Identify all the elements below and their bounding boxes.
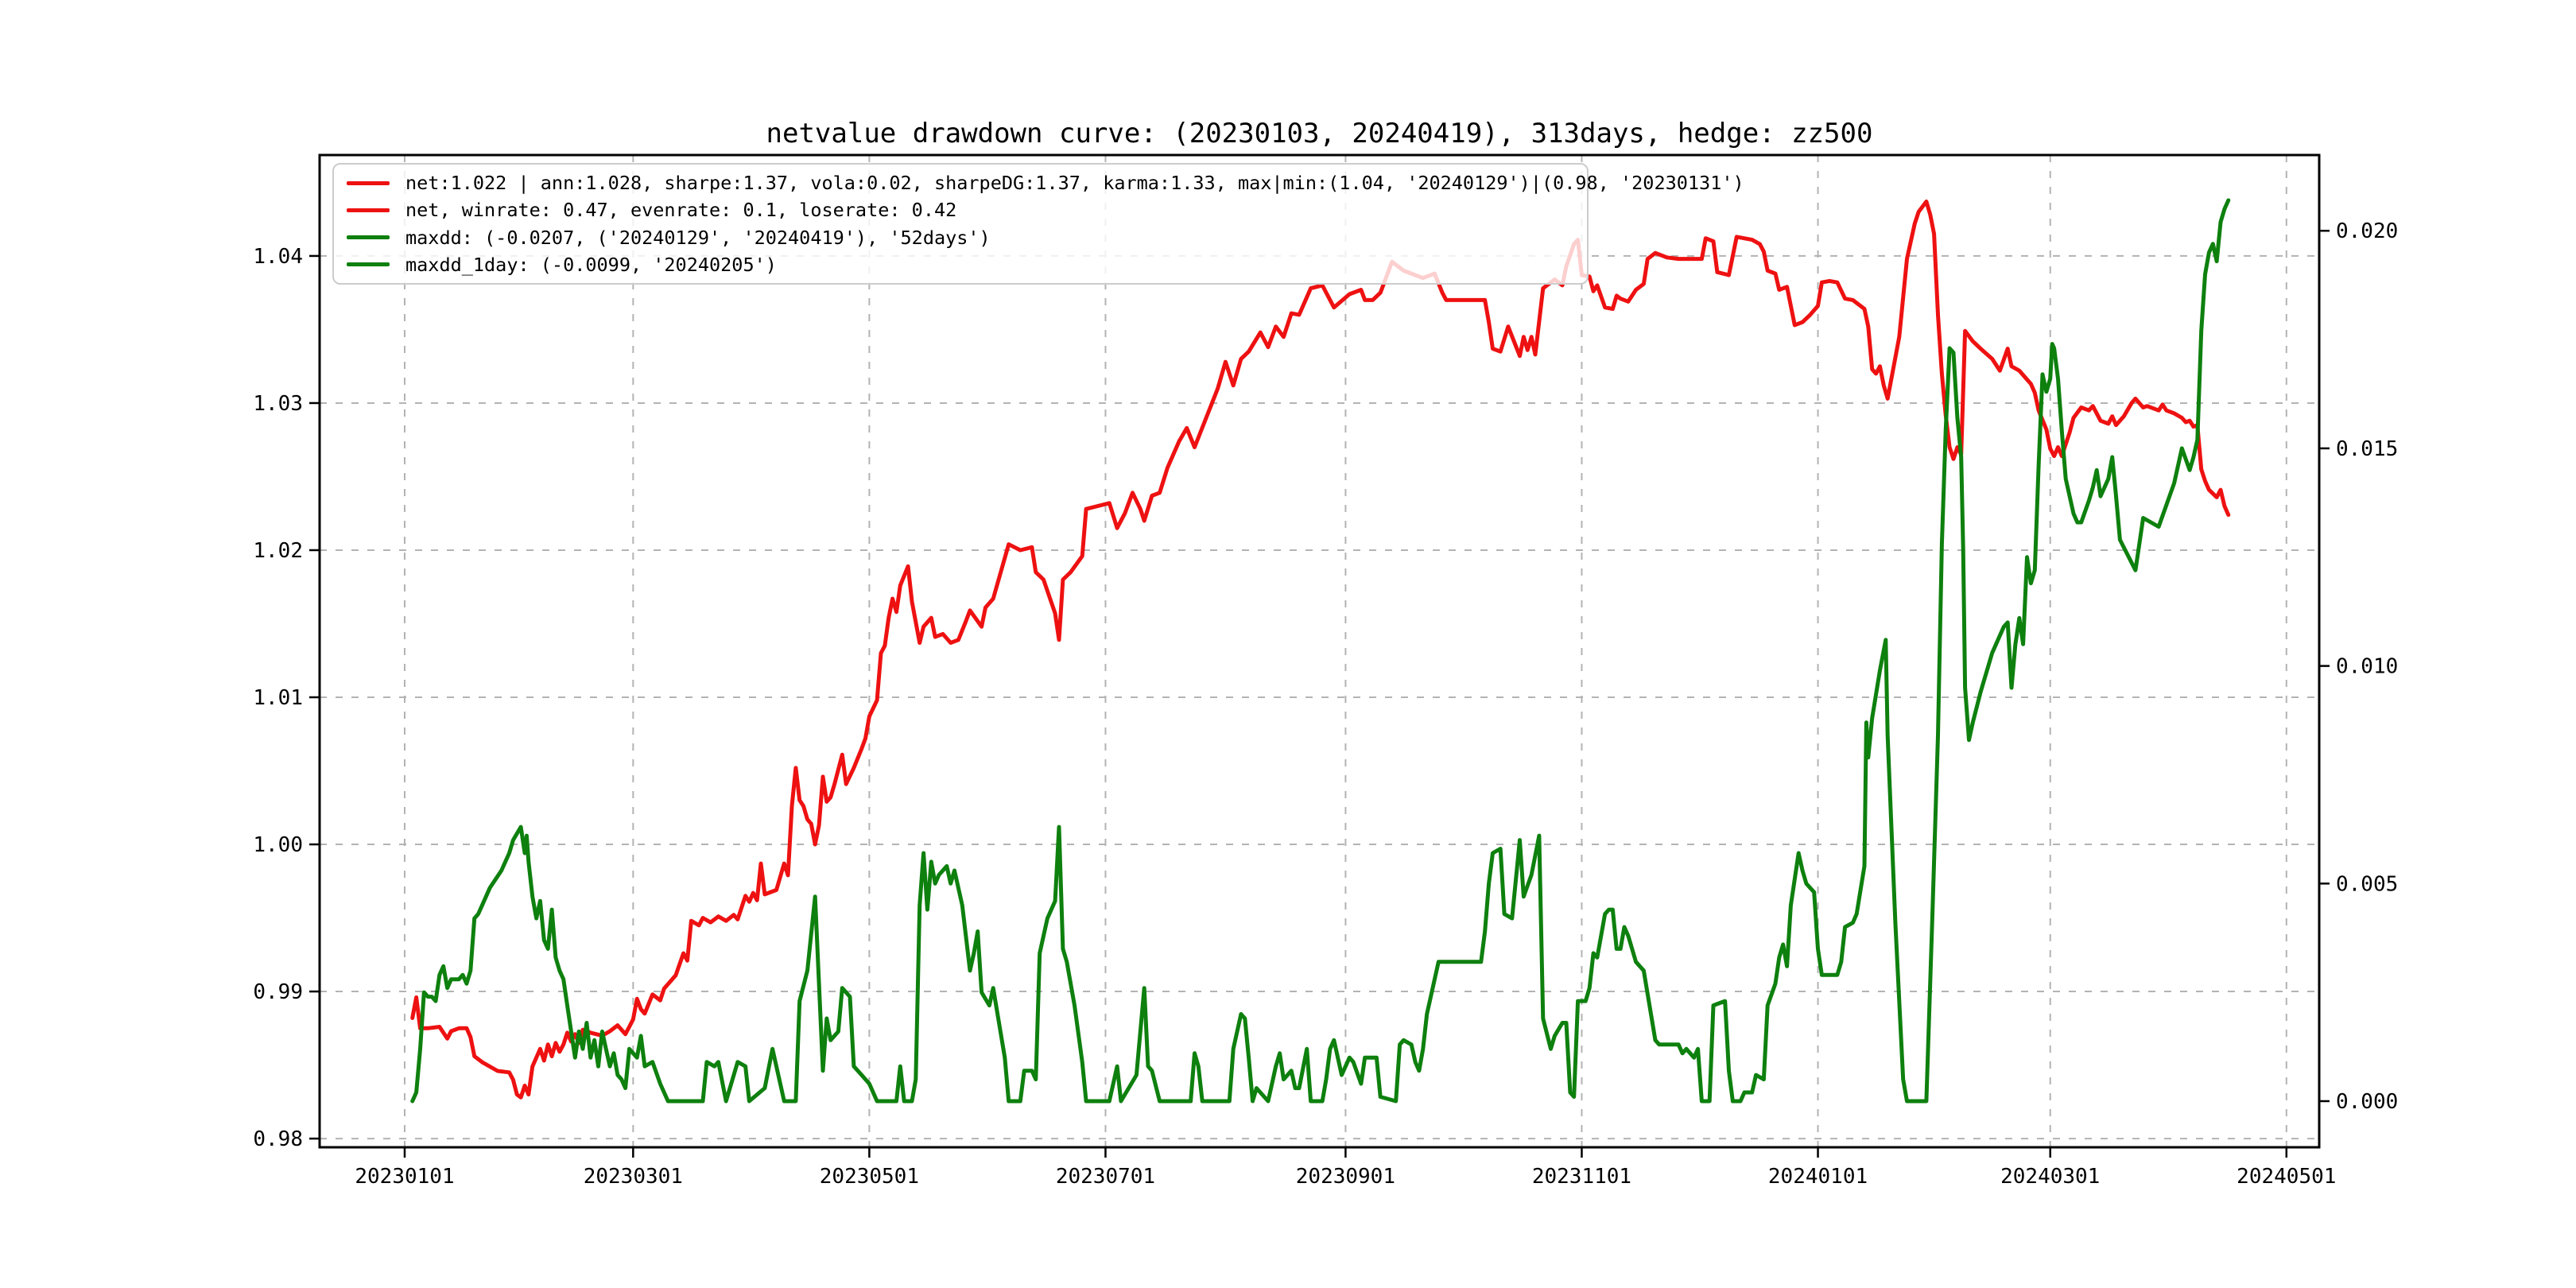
legend-item-net-rates: net, winrate: 0.47, evenrate: 0.1, loser… — [347, 196, 1579, 223]
y-left-tick-label-0.98: 0.98 — [253, 1127, 303, 1151]
x-tick-label-20230901: 20230901 — [1296, 1165, 1395, 1189]
legend-item-maxdd-1day: maxdd_1day: (-0.0099, '20240205') — [347, 251, 1579, 278]
plot-border — [318, 153, 2321, 1149]
legend-swatch-net-rates — [347, 208, 390, 212]
y-left-tick-label-1.04: 1.04 — [253, 245, 303, 269]
y-right-tick-label-0.020: 0.020 — [2336, 219, 2398, 243]
y-right-tick-label-0.010: 0.010 — [2336, 655, 2398, 679]
y-left-tick-label-0.99: 0.99 — [253, 980, 303, 1004]
legend-swatch-maxdd-1day — [347, 262, 390, 267]
y-left-tick-label-1.01: 1.01 — [253, 686, 303, 710]
net-line — [410, 200, 2231, 1100]
legend-label-maxdd-1day: maxdd_1day: (-0.0099, '20240205') — [405, 253, 777, 276]
legend-swatch-net — [347, 180, 390, 185]
gridlines — [320, 155, 2319, 1147]
series-lines — [410, 198, 2231, 1104]
x-tick-label-20231101: 20231101 — [1532, 1165, 1631, 1189]
x-tick-label-20240501: 20240501 — [2237, 1165, 2336, 1189]
y-left-tick-label-1.03: 1.03 — [253, 392, 303, 416]
y-right-tick-label-0.000: 0.000 — [2336, 1090, 2398, 1114]
legend-swatch-maxdd — [347, 235, 390, 240]
x-tick-label-20240301: 20240301 — [2000, 1165, 2100, 1189]
legend-label-net-rates: net, winrate: 0.47, evenrate: 0.1, loser… — [405, 199, 957, 222]
legend-label-net: net:1.022 | ann:1.028, sharpe:1.37, vola… — [405, 172, 1744, 195]
legend-item-net: net:1.022 | ann:1.028, sharpe:1.37, vola… — [347, 169, 1744, 196]
y-right-tick-label-0.005: 0.005 — [2336, 872, 2398, 896]
legend-label-maxdd: maxdd: (-0.0207, ('20240129', '20240419'… — [405, 226, 991, 249]
x-tick-label-20230101: 20230101 — [355, 1165, 454, 1189]
x-tick-label-20230301: 20230301 — [584, 1165, 683, 1189]
x-tick-label-20240101: 20240101 — [1768, 1165, 1868, 1189]
figure: 20230101 20230301 20230501 20230701 20230901… — [0, 0, 2576, 1288]
legend-item-maxdd: maxdd: (-0.0207, ('20240129', '20240419'… — [347, 224, 1579, 251]
maxdd-line — [410, 198, 2231, 1104]
chart-title: netvalue drawdown curve: (20230103, 2024… — [766, 118, 1873, 149]
y-left-tick-label-1.02: 1.02 — [253, 539, 303, 563]
legend: net:1.022 | ann:1.028, sharpe:1.37, vola… — [332, 163, 1744, 285]
x-tick-label-20230501: 20230501 — [820, 1165, 919, 1189]
x-tick-label-20230701: 20230701 — [1056, 1165, 1155, 1189]
y-left-tick-label-1.00: 1.00 — [253, 833, 303, 857]
y-right-tick-label-0.015: 0.015 — [2336, 437, 2398, 461]
